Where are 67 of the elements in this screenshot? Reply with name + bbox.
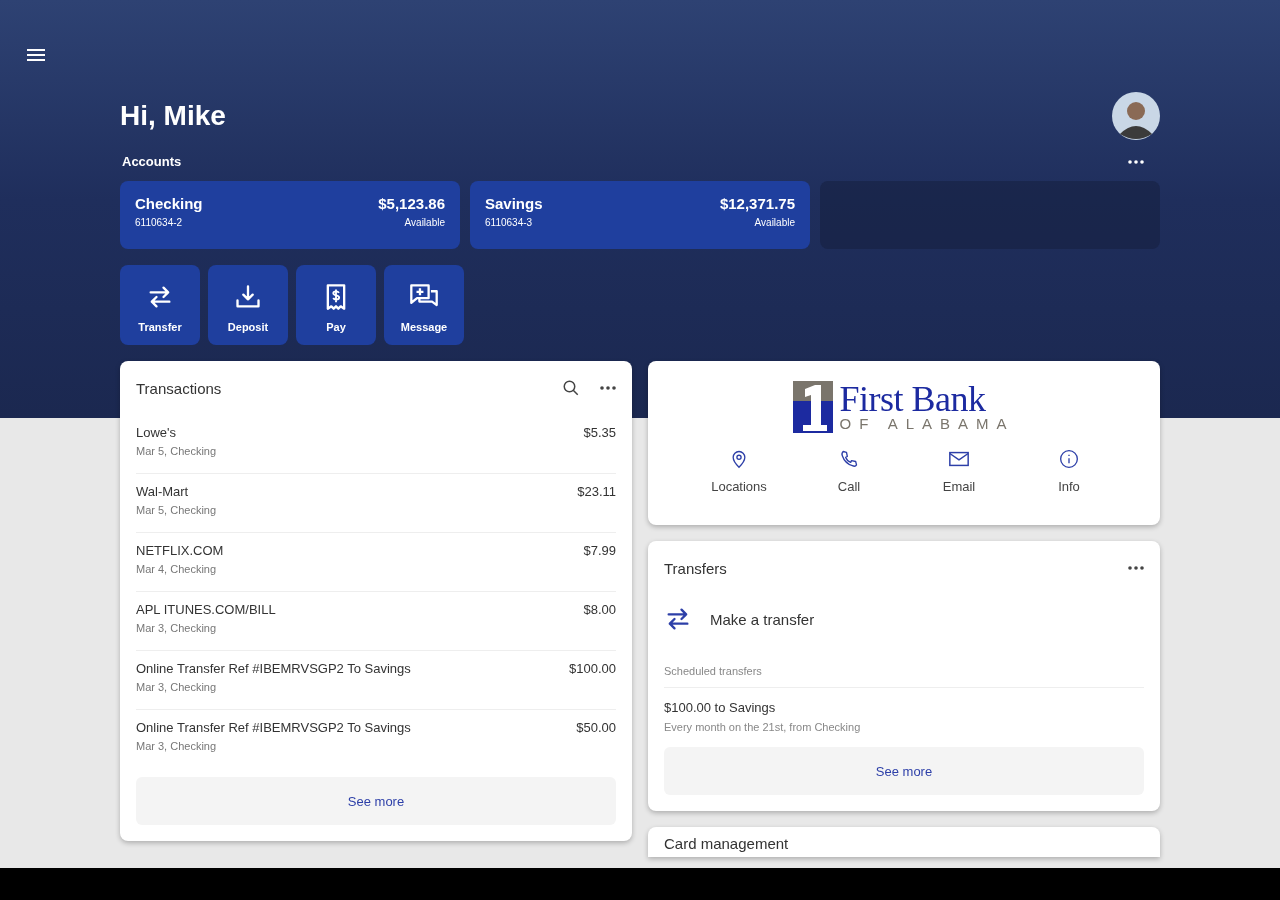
make-transfer-button[interactable]: Make a transfer [664,595,815,643]
transaction-detail: Mar 5, Checking [136,504,217,516]
more-icon[interactable] [600,386,616,390]
avatar[interactable] [1112,92,1160,140]
account-balance: $12,371.75 [719,195,795,212]
transaction-row[interactable]: Lowe's Mar 5, Checking $5.35 [136,415,616,474]
transaction-amount: $50.00 [576,720,616,737]
quick-action-button[interactable]: Message [384,265,464,345]
transaction-amount: $23.11 [577,484,616,501]
transaction-name: NETFLIX.COM [136,543,224,558]
logo-icon [793,381,834,433]
search-icon[interactable] [562,379,580,397]
menu-icon[interactable] [27,48,45,62]
quick-action-button[interactable]: Deposit [208,265,288,345]
transaction-row[interactable]: Online Transfer Ref #IBEMRVSGP2 To Savings Mar 3, Checking $100.00 [136,651,616,710]
balance-label: Available [754,217,795,228]
transaction-detail: Mar 4, Checking [136,563,218,575]
scheduled-transfer-row[interactable]: $100.00 to Savings Every month on the 21st, from Checking [664,688,1144,747]
more-icon[interactable] [1128,566,1144,570]
quick-action-button[interactable]: Transfer [120,265,200,345]
transaction-name: Wal-Mart [136,484,190,499]
scheduled-transfer-title: $100.00 to Savings [664,700,777,715]
transaction-name: APL ITUNES.COM/BILL [136,602,276,617]
download-tray-icon [234,283,262,311]
phone-icon [839,449,859,469]
bank-subtitle: OF ALABAMA [839,416,1015,432]
account-card[interactable]: Savings 6110634-3 $12,371.75 Available [470,181,810,249]
transaction-row[interactable]: APL ITUNES.COM/BILL Mar 3, Checking $8.00 [136,592,616,651]
transaction-detail: Mar 3, Checking [136,740,218,752]
bank-action-button[interactable]: Info [1031,449,1107,494]
transaction-detail: Mar 3, Checking [136,681,218,693]
transaction-amount: $5.35 [583,425,616,442]
account-number: 6110634-2 [135,217,184,228]
transaction-name: Online Transfer Ref #IBEMRVSGP2 To Savings [136,661,411,676]
transaction-detail: Mar 5, Checking [136,445,217,457]
card-title: Card management [664,835,789,852]
bank-action-button[interactable]: Locations [701,449,777,494]
transaction-row[interactable]: Online Transfer Ref #IBEMRVSGP2 To Savings Mar 3, Checking $50.00 [136,710,616,769]
bank-action-button[interactable]: Email [921,449,997,494]
scheduled-transfer-detail: Every month on the 21st, from Checking [664,721,862,733]
accounts-label: Accounts [121,154,182,169]
bank-name: First Bank [839,382,987,416]
transaction-name: Lowe's [136,425,178,440]
quick-action-button[interactable]: Pay [296,265,376,345]
account-card[interactable]: Checking 6110634-2 $5,123.86 Available [120,181,460,249]
bank-action-button[interactable]: Call [811,449,887,494]
info-icon [1059,449,1079,469]
transaction-row[interactable]: NETFLIX.COM Mar 4, Checking $7.99 [136,533,616,592]
envelope-icon [948,449,970,469]
transaction-name: Online Transfer Ref #IBEMRVSGP2 To Savings [136,720,411,735]
transaction-amount: $100.00 [569,661,616,678]
card-title: Transfers [664,559,727,577]
transaction-row[interactable]: Wal-Mart Mar 5, Checking $23.11 [136,474,616,533]
account-name: Savings [485,195,543,212]
see-more-button[interactable]: See more [664,747,1144,795]
account-name: Checking [135,195,203,212]
transaction-amount: $7.99 [583,543,616,560]
greeting: Hi, Mike [120,100,226,132]
transaction-detail: Mar 3, Checking [136,622,218,634]
account-number: 6110634-3 [485,217,534,228]
see-more-button[interactable]: See more [136,777,616,825]
card-title: Transactions [136,379,222,397]
account-balance: $5,123.86 [378,195,445,212]
more-icon[interactable] [1128,159,1144,164]
balance-label: Available [404,217,445,228]
section-label: Scheduled transfers [664,643,1144,688]
transaction-amount: $8.00 [583,602,616,619]
